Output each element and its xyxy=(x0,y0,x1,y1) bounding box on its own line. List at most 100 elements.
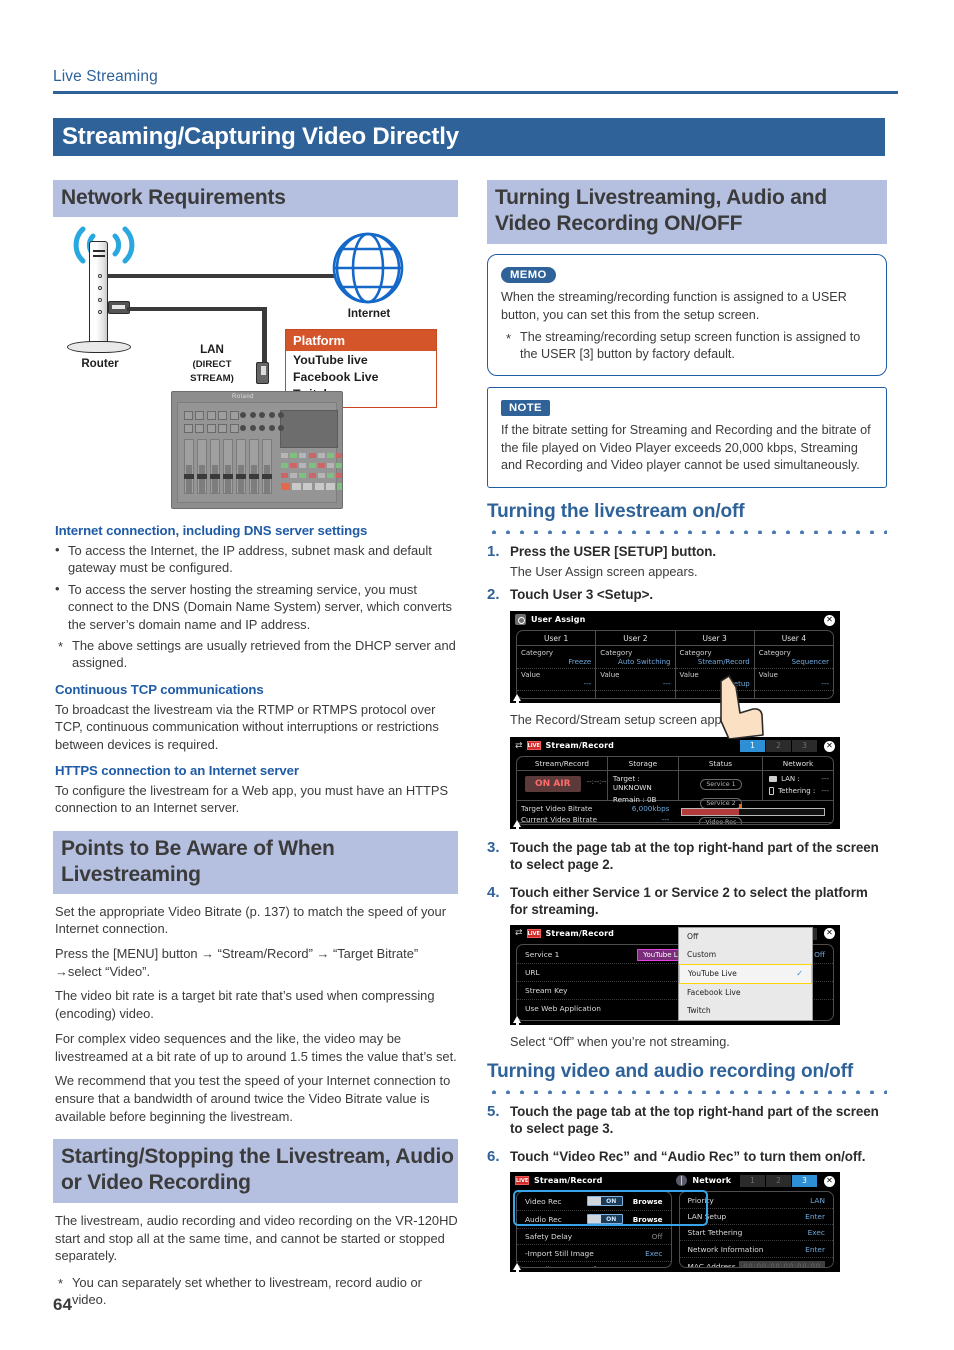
page-tab-2[interactable]: 2 xyxy=(766,1175,792,1188)
user-2-category-value[interactable]: Auto Switching xyxy=(600,658,670,666)
subsection-recording-onoff-title: Turning video and audio recording on/off xyxy=(487,1060,854,1082)
service-1-label: Service 1 xyxy=(525,949,560,959)
screen-stream-record-page2: ⇄ LIVE Stream/Record 1 2 3 ✕ Service 1 xyxy=(510,924,840,1028)
use-web-application-label: Use Web Application xyxy=(525,1003,601,1013)
page-tab-1[interactable]: 1 xyxy=(740,1175,766,1188)
lan-label: LAN (DIRECT STREAM) xyxy=(171,343,253,385)
audio-rec-toggle[interactable]: ON xyxy=(586,1213,623,1224)
row-import-still-image[interactable]: -Import Still Image Exec xyxy=(517,1245,671,1262)
file-name-label: File Name : SafetyImage.png xyxy=(517,1262,671,1268)
start-tethering-value[interactable]: Exec xyxy=(808,1228,825,1237)
user-3-category-label: Category xyxy=(679,648,712,657)
net-tether-label: Tethering : xyxy=(778,787,816,796)
row-video-rec[interactable]: Video Rec ON Browse xyxy=(517,1192,671,1211)
timecode-readout: --:--:-- xyxy=(586,777,607,786)
scroll-up-icon[interactable] xyxy=(513,1263,521,1276)
page-tab-1[interactable]: 1 xyxy=(740,740,766,753)
video-rec-toggle[interactable]: ON xyxy=(586,1195,623,1206)
screen-user-assign: User Assign ✕ User 1 Category Freeze Val… xyxy=(510,611,840,740)
priority-value[interactable]: LAN xyxy=(810,1196,825,1205)
points-para: Press the [MENU] button → “Stream/Record… xyxy=(55,946,419,979)
page-number: 64 xyxy=(53,1295,72,1314)
scroll-up-icon[interactable] xyxy=(513,820,521,833)
pointing-hand-icon xyxy=(709,673,771,740)
globe-icon xyxy=(331,231,405,305)
page-tab-2[interactable]: 2 xyxy=(766,740,792,753)
safety-delay-value[interactable]: Off xyxy=(652,1232,663,1241)
check-icon: ✓ xyxy=(796,968,803,978)
back-arrow-icon[interactable]: ⇄ xyxy=(515,741,523,751)
dropdown-option-off[interactable]: Off xyxy=(679,928,812,946)
network-information-value[interactable]: Enter xyxy=(805,1245,825,1254)
bitrate-meter xyxy=(673,801,833,822)
network-information-label: Network Information xyxy=(687,1244,764,1254)
user-1-value[interactable]: --- xyxy=(521,680,592,688)
user-2-value[interactable]: --- xyxy=(600,680,671,688)
router-base xyxy=(67,340,131,353)
page-tabs-p3[interactable]: 1 2 3 xyxy=(740,1175,818,1188)
page-tab-3[interactable]: 3 xyxy=(792,1175,818,1188)
user-assign-column-2[interactable]: User 2 Category Auto Switching Value ---… xyxy=(596,631,676,699)
row-priority[interactable]: Priority LAN xyxy=(679,1192,833,1209)
dropdown-option-youtube-live[interactable]: YouTube Live ✓ xyxy=(679,963,812,984)
screen-stream-record-page3: LIVE Stream/Record Network 1 2 3 ✕ Video… xyxy=(510,1172,840,1276)
step-1: 1. Press the USER [SETUP] button. xyxy=(487,543,887,562)
close-icon[interactable]: ✕ xyxy=(824,1175,835,1187)
net-lan-value: --- xyxy=(821,775,829,784)
user-1-category-value[interactable]: Freeze xyxy=(521,658,591,666)
platform-dropdown[interactable]: Off Custom YouTube Live ✓ Facebook Live … xyxy=(678,926,813,1021)
col-head-stream-record: Stream/Record xyxy=(517,757,607,772)
row-network-information[interactable]: Network Information Enter xyxy=(679,1241,833,1258)
step-3: 3. Touch the page tab at the top right-h… xyxy=(487,839,887,874)
dropdown-option-custom[interactable]: Custom xyxy=(679,946,812,964)
memo-body: When the streaming/recording function is… xyxy=(501,290,847,322)
live-badge-icon: LIVE xyxy=(526,741,541,751)
close-icon[interactable]: ✕ xyxy=(824,740,835,752)
user-2-value-label: Value xyxy=(600,671,620,680)
stream-record-p2-title: Stream/Record xyxy=(545,928,614,938)
stream-record-p1-title: Stream/Record xyxy=(545,741,614,751)
row-start-tethering[interactable]: Start Tethering Exec xyxy=(679,1225,833,1242)
page-tabs-p1[interactable]: 1 2 3 xyxy=(740,740,818,753)
panel-stream-record: Video Rec ON Browse Audio Rec ON Browse … xyxy=(516,1191,672,1269)
user-3-category-value[interactable]: Stream/Record xyxy=(680,658,750,666)
platform-item-facebook: Facebook Live xyxy=(293,369,379,384)
video-rec-toggle-label: ON xyxy=(606,1197,617,1205)
subheading-https-connection: HTTPS connection to an Internet server xyxy=(55,762,299,778)
audio-rec-label: Audio Rec xyxy=(525,1214,562,1224)
import-still-image-label: -Import Still Image xyxy=(525,1248,594,1258)
user-4-category-value[interactable]: Sequencer xyxy=(759,658,829,666)
user-assign-column-1[interactable]: User 1 Category Freeze Value --- Setup xyxy=(517,631,597,699)
import-still-image-value[interactable]: Exec xyxy=(645,1249,662,1258)
dropdown-option-twitch[interactable]: Twitch xyxy=(679,1002,812,1020)
step-1-number: 1. xyxy=(487,542,500,560)
subsection-livestream-onoff-title: Turning the livestream on/off xyxy=(487,500,745,522)
step-2: 2. Touch User 3 <Setup>. xyxy=(487,586,887,605)
screen-stream-record-page1: ⇄ LIVE Stream/Record 1 2 3 ✕ Stream/Reco… xyxy=(510,737,840,833)
note-tag: NOTE xyxy=(501,399,550,417)
scroll-up-icon[interactable] xyxy=(513,694,521,707)
step-6-number: 6. xyxy=(487,1147,500,1165)
service-2-value[interactable]: Off xyxy=(814,950,825,959)
back-arrow-icon[interactable]: ⇄ xyxy=(515,928,523,938)
row-safety-delay[interactable]: Safety Delay Off xyxy=(517,1229,671,1246)
on-air-button[interactable]: ON AIR xyxy=(525,776,581,793)
mac-address-label: MAC Address xyxy=(687,1261,736,1269)
page-tab-3[interactable]: 3 xyxy=(792,740,818,753)
lan-setup-value[interactable]: Enter xyxy=(805,1212,825,1221)
row-lan-setup[interactable]: LAN Setup Enter xyxy=(679,1209,833,1226)
section-points-heading: Points to Be Aware of When Livestreaming xyxy=(53,831,458,894)
target-video-bitrate-value[interactable]: 6,000kbps xyxy=(632,804,670,813)
points-para: Set the appropriate Video Bitrate (p. 13… xyxy=(55,903,447,937)
scroll-up-icon[interactable] xyxy=(513,1015,521,1028)
audio-rec-browse-button[interactable]: Browse xyxy=(633,1215,663,1224)
mixer-device-icon: Roland xyxy=(171,390,343,509)
row-audio-rec[interactable]: Audio Rec ON Browse xyxy=(517,1211,671,1230)
user-assign-titlebar: User Assign xyxy=(510,611,840,628)
lan-plug-icon xyxy=(256,361,269,384)
video-rec-browse-button[interactable]: Browse xyxy=(633,1197,663,1206)
step-4: 4. Touch either Service 1 or Service 2 t… xyxy=(487,884,887,919)
close-icon[interactable]: ✕ xyxy=(824,614,835,626)
dropdown-option-facebook-live[interactable]: Facebook Live xyxy=(679,984,812,1002)
section-turning-onoff-heading: Turning Livestreaming, Audio and Video R… xyxy=(487,180,887,244)
